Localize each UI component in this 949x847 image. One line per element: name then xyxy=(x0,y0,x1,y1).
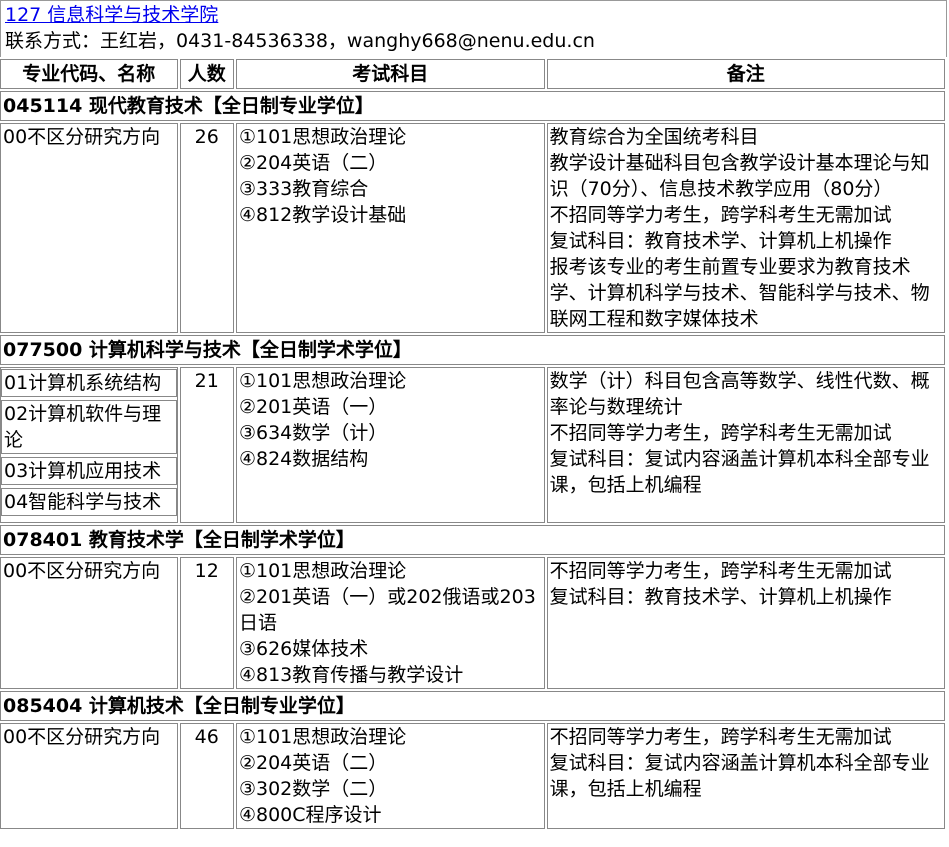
direction-item: 04智能科学与技术 xyxy=(1,488,177,516)
subject-item: ①101思想政治理论 xyxy=(238,726,407,748)
program-table: 专业代码、名称 人数 考试科目 备注 045114 现代教育技术【全日制专业学位… xyxy=(0,57,947,831)
section-row: 078401 教育技术学【全日制学术学位】 xyxy=(0,525,945,555)
college-header: 127 信息科学与技术学院 联系方式：王红岩，0431-84536338，wan… xyxy=(0,0,947,57)
header-subjects: 考试科目 xyxy=(235,59,545,89)
note-item: 不招同等学力考生，跨学科考生无需加试 xyxy=(549,726,892,748)
subject-item: ③634数学（计） xyxy=(238,422,388,444)
header-count: 人数 xyxy=(179,59,234,89)
notes-cell: 数学（计）科目包含高等数学、线性代数、概率论与数理统计 不招同等学力考生，跨学科… xyxy=(546,367,945,523)
note-item: 教学设计基础科目包含教学设计基本理论与知识（70分）、信息技术教学应用（80分） xyxy=(549,152,930,200)
note-item: 教育综合为全国统考科目 xyxy=(549,126,759,148)
section-row: 045114 现代教育技术【全日制专业学位】 xyxy=(0,91,945,121)
subject-item: ④800C程序设计 xyxy=(238,804,382,826)
direction-item: 03计算机应用技术 xyxy=(1,457,177,485)
table-header-row: 专业代码、名称 人数 考试科目 备注 xyxy=(0,59,945,89)
subject-item: ④824数据结构 xyxy=(238,448,369,470)
section-row: 085404 计算机技术【全日制专业学位】 xyxy=(0,691,945,721)
note-item: 复试科目：教育技术学、计算机上机操作 xyxy=(549,230,892,252)
subject-item: ②201英语（一） xyxy=(238,396,388,418)
header-notes: 备注 xyxy=(546,59,945,89)
subject-item: ③333教育综合 xyxy=(238,178,369,200)
direction-item: 00不区分研究方向 xyxy=(3,726,161,748)
count-cell: 46 xyxy=(179,723,234,829)
program-row: 01计算机系统结构 02计算机软件与理论 03计算机应用技术 04智能科学与技术… xyxy=(0,367,945,523)
section-title: 085404 计算机技术【全日制专业学位】 xyxy=(0,691,945,721)
subjects-cell: ①101思想政治理论 ②201英语（一） ③634数学（计） ④824数据结构 xyxy=(235,367,545,523)
subject-item: ①101思想政治理论 xyxy=(238,560,407,582)
subject-item: ②201英语（一）或202俄语或203日语 xyxy=(238,586,536,634)
contact-info: 联系方式：王红岩，0431-84536338，wanghy668@nenu.ed… xyxy=(5,30,595,52)
subjects-cell: ①101思想政治理论 ②204英语（二） ③333教育综合 ④812教学设计基础 xyxy=(235,123,545,333)
header-major: 专业代码、名称 xyxy=(0,59,178,89)
program-row: 00不区分研究方向 12 ①101思想政治理论 ②201英语（一）或202俄语或… xyxy=(0,557,945,689)
note-item: 不招同等学力考生，跨学科考生无需加试 xyxy=(549,560,892,582)
note-item: 复试科目：复试内容涵盖计算机本科全部专业课，包括上机编程 xyxy=(549,752,930,800)
subjects-cell: ①101思想政治理论 ②201英语（一）或202俄语或203日语 ③626媒体技… xyxy=(235,557,545,689)
section-title: 045114 现代教育技术【全日制专业学位】 xyxy=(0,91,945,121)
count-cell: 21 xyxy=(179,367,234,523)
notes-cell: 不招同等学力考生，跨学科考生无需加试 复试科目：复试内容涵盖计算机本科全部专业课… xyxy=(546,723,945,829)
subject-item: ④812教学设计基础 xyxy=(238,204,407,226)
note-item: 复试科目：复试内容涵盖计算机本科全部专业课，包括上机编程 xyxy=(549,448,930,496)
count-cell: 12 xyxy=(179,557,234,689)
program-row: 00不区分研究方向 26 ①101思想政治理论 ②204英语（二） ③333教育… xyxy=(0,123,945,333)
subject-item: ①101思想政治理论 xyxy=(238,126,407,148)
section-title: 078401 教育技术学【全日制学术学位】 xyxy=(0,525,945,555)
note-item: 复试科目：教育技术学、计算机上机操作 xyxy=(549,586,892,608)
count-cell: 26 xyxy=(179,123,234,333)
section-row: 077500 计算机科学与技术【全日制学术学位】 xyxy=(0,335,945,365)
note-item: 不招同等学力考生，跨学科考生无需加试 xyxy=(549,422,892,444)
direction-cell: 00不区分研究方向 xyxy=(0,123,178,333)
note-item: 数学（计）科目包含高等数学、线性代数、概率论与数理统计 xyxy=(549,370,930,418)
direction-cell: 00不区分研究方向 xyxy=(0,557,178,689)
direction-item: 02计算机软件与理论 xyxy=(1,400,177,454)
subject-item: ②204英语（二） xyxy=(238,152,388,174)
notes-cell: 教育综合为全国统考科目 教学设计基础科目包含教学设计基本理论与知识（70分）、信… xyxy=(546,123,945,333)
subject-item: ②204英语（二） xyxy=(238,752,388,774)
direction-cell: 01计算机系统结构 02计算机软件与理论 03计算机应用技术 04智能科学与技术 xyxy=(0,367,178,523)
section-title: 077500 计算机科学与技术【全日制学术学位】 xyxy=(0,335,945,365)
notes-cell: 不招同等学力考生，跨学科考生无需加试 复试科目：教育技术学、计算机上机操作 xyxy=(546,557,945,689)
direction-item: 00不区分研究方向 xyxy=(3,560,161,582)
program-row: 00不区分研究方向 46 ①101思想政治理论 ②204英语（二） ③302数学… xyxy=(0,723,945,829)
program-listing: 127 信息科学与技术学院 联系方式：王红岩，0431-84536338，wan… xyxy=(0,0,947,831)
direction-cell: 00不区分研究方向 xyxy=(0,723,178,829)
subject-item: ③626媒体技术 xyxy=(238,638,369,660)
subject-item: ③302数学（二） xyxy=(238,778,388,800)
note-item: 报考该专业的考生前置专业要求为教育技术学、计算机科学与技术、智能科学与技术、物联… xyxy=(549,256,930,330)
subjects-cell: ①101思想政治理论 ②204英语（二） ③302数学（二） ④800C程序设计 xyxy=(235,723,545,829)
subject-item: ①101思想政治理论 xyxy=(238,370,407,392)
direction-item: 00不区分研究方向 xyxy=(3,126,161,148)
note-item: 不招同等学力考生，跨学科考生无需加试 xyxy=(549,204,892,226)
college-link[interactable]: 127 信息科学与技术学院 xyxy=(5,2,942,28)
direction-item: 01计算机系统结构 xyxy=(1,369,177,397)
subject-item: ④813教育传播与教学设计 xyxy=(238,664,464,686)
